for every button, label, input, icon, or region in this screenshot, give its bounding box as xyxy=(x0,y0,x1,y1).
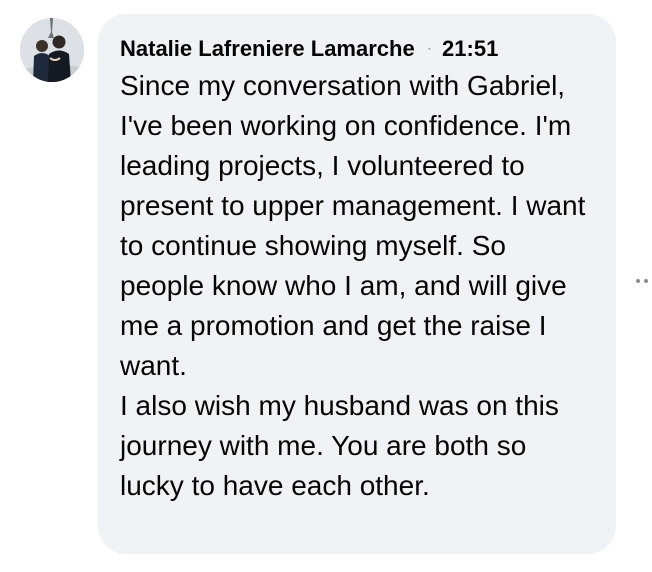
comment-paragraph: Since my conversation with Gabriel, I've… xyxy=(120,70,586,381)
more-options-icon[interactable] xyxy=(636,279,648,283)
comment-header: Natalie Lafreniere Lamarche · 21:51 xyxy=(120,34,594,64)
separator-dot: · xyxy=(426,40,433,57)
dot-icon xyxy=(636,279,640,283)
timestamp[interactable]: 21:51 xyxy=(442,36,498,62)
author-name[interactable]: Natalie Lafreniere Lamarche xyxy=(120,36,415,62)
comment-paragraph: I also wish my husband was on this journ… xyxy=(120,390,559,501)
comment-bubble: Natalie Lafreniere Lamarche · 21:51 Sinc… xyxy=(98,14,616,554)
dot-icon xyxy=(644,279,648,283)
avatar[interactable] xyxy=(20,18,84,82)
comment-text: Since my conversation with Gabriel, I've… xyxy=(120,66,594,506)
